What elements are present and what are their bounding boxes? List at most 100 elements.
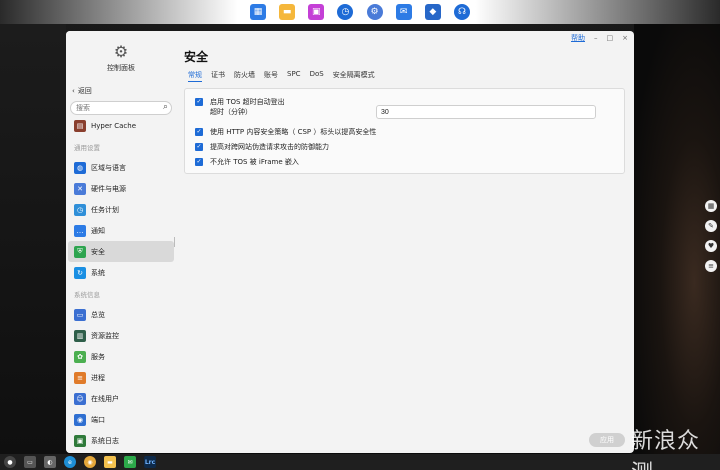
dock: ▦ ▬ ▣ ◷ ⚙ ✉ ◆ ☊ bbox=[250, 2, 470, 22]
tab[interactable]: 证书 bbox=[211, 70, 225, 82]
service-icon: ✿ bbox=[74, 350, 86, 363]
page-title: 安全 bbox=[184, 50, 209, 64]
sidebar-item[interactable]: ▭ 总览 bbox=[66, 304, 176, 325]
tab[interactable]: 账号 bbox=[264, 70, 278, 82]
gear-icon[interactable]: ⚙ bbox=[366, 4, 383, 20]
search-box[interactable]: ⌕ bbox=[70, 101, 172, 115]
port-icon: ◉ bbox=[74, 413, 86, 426]
control-panel-header: ⚙ 控制面板 bbox=[66, 43, 176, 73]
iframe-label: 不允许 TOS 被 iFrame 嵌入 bbox=[210, 158, 299, 166]
auto-logout-checkbox[interactable]: ✓ bbox=[195, 98, 203, 106]
sidebar-item-label: 区域与语言 bbox=[91, 163, 126, 172]
process-icon: ≡ bbox=[74, 371, 86, 384]
cross-site-checkbox[interactable]: ✓ bbox=[195, 143, 203, 151]
tools-icon: ✕ bbox=[74, 182, 86, 195]
sidebar-item[interactable]: ↻ 系统 bbox=[66, 262, 176, 283]
sidebar-item[interactable]: ≡ 进程 bbox=[66, 367, 176, 388]
sidebar-item[interactable]: ▤ Hyper Cache bbox=[66, 115, 176, 136]
csp-label: 使用 HTTP 内容安全策略（ CSP ）标头以提高安全性 bbox=[210, 128, 377, 136]
option-csp[interactable]: ✓ 使用 HTTP 内容安全策略（ CSP ）标头以提高安全性 bbox=[195, 127, 376, 137]
option-cross-site[interactable]: ✓ 提高对跨网站伪造请求攻击的防御能力 bbox=[195, 142, 329, 152]
search-input[interactable] bbox=[76, 102, 160, 114]
sidebar-item[interactable]: ▥ 资源监控 bbox=[66, 325, 176, 346]
comment-icon[interactable]: ✎ bbox=[705, 220, 717, 232]
sidebar-item[interactable]: ▣ 系统日志 bbox=[66, 430, 176, 451]
explorer-icon[interactable]: ▬ bbox=[104, 456, 116, 468]
sidebar-item-label: Hyper Cache bbox=[91, 121, 137, 130]
tab[interactable]: 防火墙 bbox=[234, 70, 255, 82]
desktop-left-area bbox=[0, 24, 66, 454]
clock-icon[interactable]: ◷ bbox=[337, 4, 354, 20]
back-label: 返回 bbox=[77, 87, 92, 95]
option-iframe[interactable]: ✓ 不允许 TOS 被 iFrame 嵌入 bbox=[195, 157, 299, 167]
photos-icon[interactable]: ▣ bbox=[308, 4, 325, 20]
auto-logout-label: 启用 TOS 超时自动登出 bbox=[210, 98, 285, 106]
timeout-field[interactable] bbox=[376, 105, 596, 119]
cache-icon: ▤ bbox=[74, 119, 86, 132]
chrome-alt-icon[interactable]: ◉ bbox=[84, 456, 96, 468]
grid-icon[interactable]: ▦ bbox=[250, 4, 266, 20]
sidebar-item-label: 端口 bbox=[91, 415, 105, 424]
headset-icon[interactable]: ☊ bbox=[453, 4, 470, 20]
sidebar-item-label: 任务计划 bbox=[91, 205, 119, 214]
refresh-icon: ↻ bbox=[74, 266, 86, 279]
sidebar-item[interactable]: ☺ 在线用户 bbox=[66, 388, 176, 409]
sidebar-item[interactable]: … 通知 bbox=[66, 220, 176, 241]
wechat-icon[interactable]: ✉ bbox=[124, 456, 136, 468]
settings-gear-icon: ⚙ bbox=[113, 42, 129, 61]
chat-icon: … bbox=[74, 224, 86, 237]
mail-icon[interactable]: ✉ bbox=[395, 4, 412, 20]
like-icon[interactable]: ♥ bbox=[705, 240, 717, 252]
search-icon[interactable]: ⌕ bbox=[163, 102, 168, 112]
taskview-icon[interactable]: ▭ bbox=[24, 456, 36, 468]
chart-icon: ▥ bbox=[74, 329, 86, 342]
app-title: 控制面板 bbox=[107, 64, 135, 72]
sidebar-item-label: 服务 bbox=[91, 352, 105, 361]
watermark: 新浪众测 bbox=[631, 429, 701, 470]
apply-button[interactable]: 应用 bbox=[589, 433, 625, 447]
back-button[interactable]: ‹ 返回 bbox=[72, 86, 92, 96]
csp-checkbox[interactable]: ✓ bbox=[195, 128, 203, 136]
sidebar-item[interactable]: ◉ 端口 bbox=[66, 409, 176, 430]
sidebar-item-label: 通知 bbox=[91, 226, 105, 235]
globe-icon: ◍ bbox=[74, 161, 86, 174]
sidebar-group-label: 系统信息 bbox=[74, 290, 100, 299]
tab[interactable]: DoS bbox=[310, 70, 324, 82]
cross-site-label: 提高对跨网站伪造请求攻击的防御能力 bbox=[210, 143, 329, 151]
timeout-label: 超时（分钟） bbox=[210, 108, 252, 116]
log-icon: ▣ bbox=[74, 434, 86, 447]
right-tools: ▦ ✎ ♥ ≡ bbox=[704, 200, 718, 272]
sidebar-item[interactable]: ✕ 硬件与电源 bbox=[66, 178, 176, 199]
timeout-input[interactable] bbox=[381, 106, 581, 118]
sidebar-item-label: 总览 bbox=[91, 310, 105, 319]
sidebar-item[interactable]: ⛨ 安全 bbox=[68, 241, 174, 262]
main-content: 安全 常规 证书 防火墙 账号 SPC DoS 安全隔离模式 ✓ 启用 TOS 超时自动登出… bbox=[184, 31, 628, 453]
tab[interactable]: 常规 bbox=[188, 70, 202, 82]
folder-icon[interactable]: ▬ bbox=[279, 4, 296, 20]
taskbar: ● ▭ ◐ e ◉ ▬ ✉ Lrc bbox=[0, 454, 720, 470]
edge-icon[interactable]: e bbox=[64, 456, 76, 468]
tab[interactable]: 安全隔离模式 bbox=[333, 70, 375, 82]
tab[interactable]: SPC bbox=[287, 70, 301, 82]
store-icon[interactable]: ◆ bbox=[424, 4, 441, 20]
sidebar-item-label: 资源监控 bbox=[91, 331, 119, 340]
sidebar-item[interactable]: ✿ 服务 bbox=[66, 346, 176, 367]
monitor-icon: ▭ bbox=[74, 308, 86, 321]
lrc-icon[interactable]: Lrc bbox=[144, 456, 156, 468]
tab-bar: 常规 证书 防火墙 账号 SPC DoS 安全隔离模式 bbox=[188, 70, 375, 82]
chrome-icon[interactable]: ◐ bbox=[44, 456, 56, 468]
chevron-left-icon: ‹ bbox=[72, 87, 75, 95]
sidebar-list: ▤ Hyper Cache 通用设置 ◍ 区域与语言 ✕ 硬件与电源 ◷ 任务计划 … 通知 ⛨ 安全 ↻… bbox=[66, 115, 176, 451]
qr-icon[interactable]: ▦ bbox=[705, 200, 717, 212]
iframe-checkbox[interactable]: ✓ bbox=[195, 158, 203, 166]
sidebar-item[interactable]: ◷ 任务计划 bbox=[66, 199, 176, 220]
option-auto-logout[interactable]: ✓ 启用 TOS 超时自动登出 bbox=[195, 97, 285, 107]
sidebar-item[interactable]: ◍ 区域与语言 bbox=[66, 157, 176, 178]
start-icon[interactable]: ● bbox=[4, 456, 16, 468]
control-panel-window: 帮助 – □ × ⚙ 控制面板 ‹ 返回 ⌕ ▤Hyper Cache通用设置◍… bbox=[66, 31, 634, 453]
menu-icon[interactable]: ≡ bbox=[705, 260, 717, 272]
sidebar-item-label: 在线用户 bbox=[91, 394, 119, 403]
sidebar-resize-handle[interactable] bbox=[174, 237, 175, 247]
sidebar-item-label: 安全 bbox=[91, 247, 105, 256]
sidebar-item-label: 系统日志 bbox=[91, 436, 119, 445]
